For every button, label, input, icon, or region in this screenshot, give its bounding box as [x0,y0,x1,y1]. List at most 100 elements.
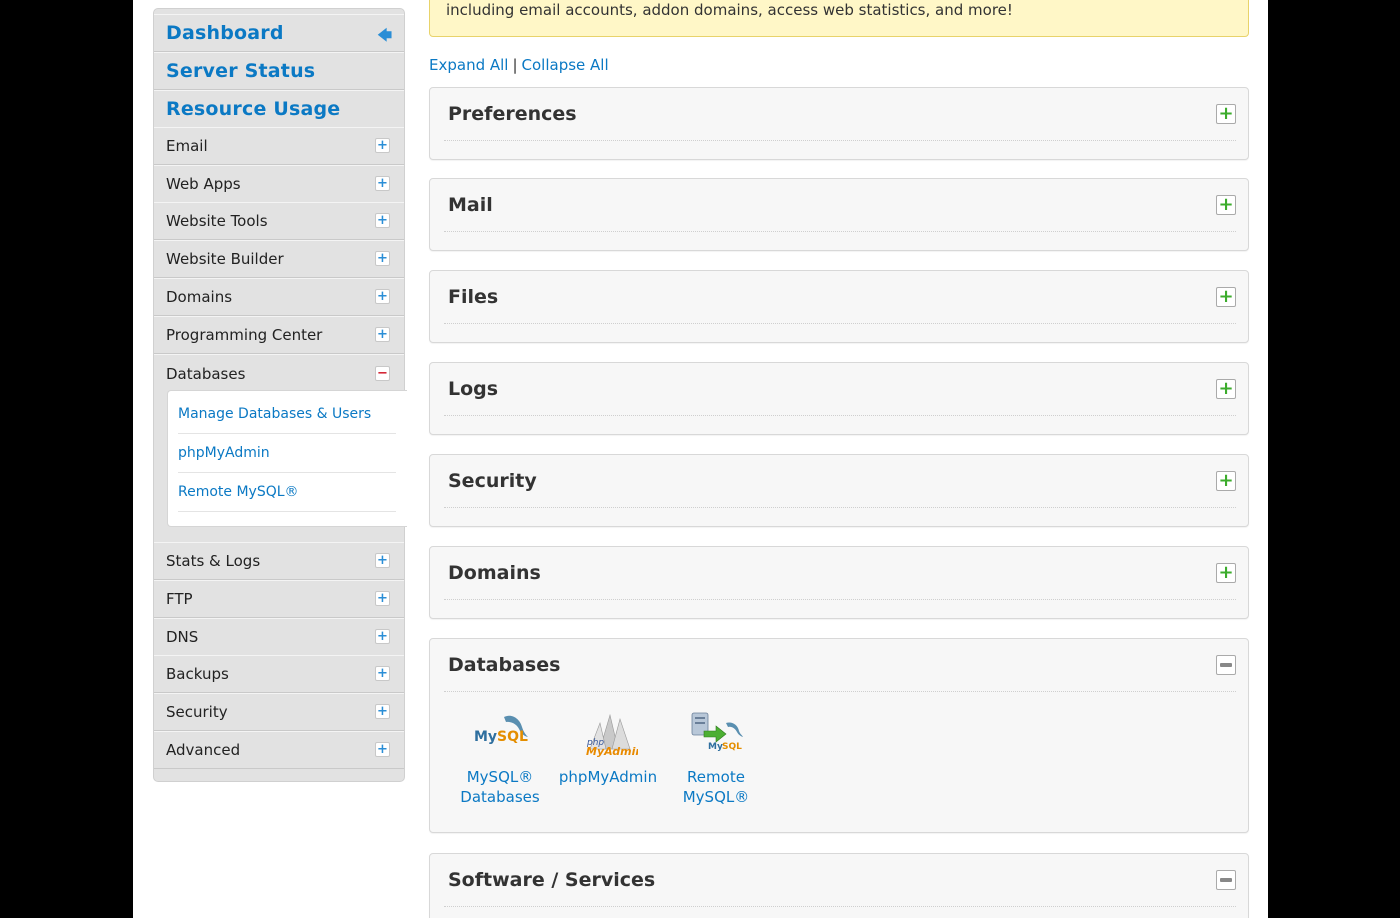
mysql-icon: My SQL [474,715,528,745]
group-header[interactable]: Mail + [444,179,1236,232]
group-title: Logs [448,378,499,400]
sidebar-item-security[interactable]: Security + [154,693,404,731]
group-header[interactable]: Security + [444,455,1236,508]
expand-plus-icon[interactable]: + [375,666,390,681]
expand-plus-icon[interactable]: + [1216,104,1236,124]
separator: | [512,56,518,74]
group-logs: Logs + [429,362,1249,435]
sidebar-item-ftp[interactable]: FTP + [154,580,404,618]
expand-plus-icon[interactable]: + [375,629,390,644]
group-header[interactable]: Databases [444,639,1236,692]
sidebar-item-domains[interactable]: Domains + [154,278,404,316]
group-preferences: Preferences + [429,87,1249,160]
sidebar-item-label: Server Status [166,60,316,82]
sidebar-item-label: Resource Usage [166,98,341,120]
expand-plus-icon[interactable]: + [1216,379,1236,399]
expand-plus-icon[interactable]: + [375,591,390,606]
group-header[interactable]: Files + [444,271,1236,324]
cpanel-page: Dashboard 🡄 Server Status Resource Usage… [133,0,1268,918]
group-title: Preferences [448,103,577,125]
sublink-remote-mysql[interactable]: Remote MySQL® [178,473,396,512]
back-arrow-icon: 🡄 [377,28,392,44]
sublink-phpmyadmin[interactable]: phpMyAdmin [178,434,396,473]
group-title: Software / Services [448,869,656,891]
svg-text:SQL: SQL [497,729,528,745]
sidebar-item-label: FTP [166,590,193,608]
group-domains: Domains + [429,546,1249,619]
sidebar-item-email[interactable]: Email + [154,127,404,165]
databases-submenu: Manage Databases & Users phpMyAdmin Remo… [167,390,407,527]
sidebar-item-stats-logs[interactable]: Stats & Logs + [154,542,404,580]
sidebar-item-label: Advanced [166,741,241,759]
expand-plus-icon[interactable]: + [375,213,390,228]
sidebar-item-programming-center[interactable]: Programming Center + [154,316,404,354]
group-title: Mail [448,194,493,216]
group-title: Domains [448,562,541,584]
expand-plus-icon[interactable]: + [1216,287,1236,307]
group-header[interactable]: Preferences + [444,88,1236,141]
group-files: Files + [429,270,1249,343]
group-header[interactable]: Domains + [444,547,1236,600]
sidebar-item-label: Stats & Logs [166,552,261,570]
svg-text:SQL: SQL [722,742,742,752]
sidebar-item-label: Programming Center [166,326,323,344]
app-phpmyadmin[interactable]: php MyAdmin phpMyAdmin [554,709,662,807]
svg-text:My: My [474,729,497,745]
expand-plus-icon[interactable]: + [1216,195,1236,215]
sidebar-item-label: Web Apps [166,175,241,193]
sidebar-item-label: DNS [166,628,199,646]
sidebar-item-databases[interactable]: Databases − [154,354,404,392]
group-header[interactable]: Software / Services [444,854,1236,907]
sidebar-item-backups[interactable]: Backups + [154,655,404,693]
remote-mysql-icon: My SQL [691,712,743,752]
sidebar-item-label: Dashboard [166,22,284,44]
app-label: Databases [460,788,540,806]
group-software-services: Software / Services [429,853,1249,918]
sidebar-item-resource-usage[interactable]: Resource Usage [154,90,404,128]
app-remote-mysql[interactable]: My SQL Remote MySQL® [662,709,770,807]
sidebar-item-dashboard[interactable]: Dashboard 🡄 [154,14,404,52]
notice-banner: including email accounts, addon domains,… [429,0,1249,37]
expand-plus-icon[interactable]: + [375,327,390,342]
sidebar-item-label: Backups [166,665,229,683]
expand-all-link[interactable]: Expand All [429,56,508,74]
collapse-minus-icon[interactable] [1216,655,1236,675]
collapse-minus-icon[interactable] [1216,870,1236,890]
expand-plus-icon[interactable]: + [375,251,390,266]
expand-plus-icon[interactable]: + [375,138,390,153]
phpmyadmin-icon: php MyAdmin [586,713,643,758]
group-mail: Mail + [429,178,1249,251]
sidebar-item-label: Security [166,703,228,721]
group-title: Databases [448,654,561,676]
app-label: phpMyAdmin [558,768,658,786]
expand-plus-icon[interactable]: + [1216,471,1236,491]
databases-app-list: My SQL MySQL® Databases php MyAdmin phpM… [446,709,770,807]
sidebar-item-dns[interactable]: DNS + [154,618,404,656]
sidebar-item-advanced[interactable]: Advanced + [154,731,404,769]
expand-plus-icon[interactable]: + [1216,563,1236,583]
group-databases: Databases My SQL MySQL® Databases php My… [429,638,1249,833]
sidebar: Dashboard 🡄 Server Status Resource Usage… [153,8,407,782]
sublink-manage-databases[interactable]: Manage Databases & Users [178,395,396,434]
collapse-all-link[interactable]: Collapse All [522,56,609,74]
expand-plus-icon[interactable]: + [375,289,390,304]
sidebar-item-website-tools[interactable]: Website Tools + [154,202,404,240]
expand-plus-icon[interactable]: + [375,742,390,757]
sidebar-item-website-builder[interactable]: Website Builder + [154,240,404,278]
group-header[interactable]: Logs + [444,363,1236,416]
sidebar-item-web-apps[interactable]: Web Apps + [154,165,404,203]
group-title: Files [448,286,499,308]
sidebar-item-server-status[interactable]: Server Status [154,52,404,90]
expand-plus-icon[interactable]: + [375,704,390,719]
app-mysql-databases[interactable]: My SQL MySQL® Databases [446,709,554,807]
expand-plus-icon[interactable]: + [375,176,390,191]
sidebar-item-label: Email [166,137,208,155]
expand-plus-icon[interactable]: + [375,553,390,568]
app-label: Remote [687,768,745,786]
group-security: Security + [429,454,1249,527]
svg-text:My: My [708,742,723,752]
sidebar-item-label: Databases [166,364,246,383]
svg-text:MyAdmin: MyAdmin [586,745,638,757]
app-label: MySQL® [466,768,534,786]
collapse-minus-icon[interactable]: − [375,365,390,381]
